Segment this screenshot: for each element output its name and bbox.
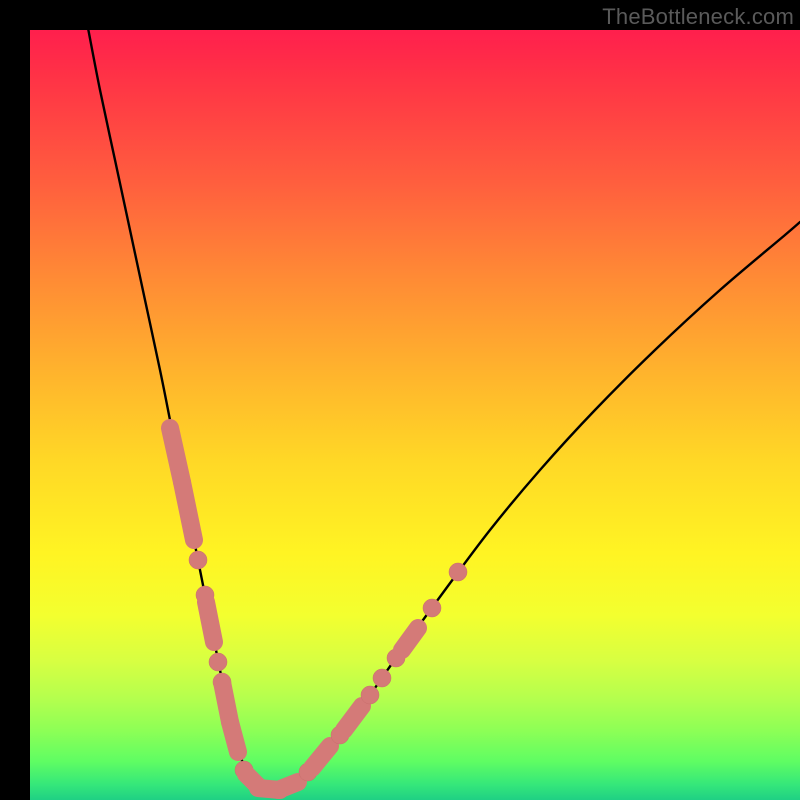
curve-marker-pill bbox=[182, 482, 194, 540]
plot-area bbox=[30, 30, 800, 800]
curve-marker-pill bbox=[402, 628, 418, 650]
curve-marker-dot bbox=[423, 599, 441, 617]
curve-marker-dot bbox=[449, 563, 467, 581]
curve-marker-pill bbox=[278, 782, 298, 790]
curve-marker-dot bbox=[373, 669, 391, 687]
watermark-text: TheBottleneck.com bbox=[602, 4, 794, 30]
curve-marker-pill bbox=[206, 602, 214, 642]
outer-frame: TheBottleneck.com bbox=[0, 0, 800, 800]
curve-marker-dot bbox=[361, 686, 379, 704]
bottleneck-curve bbox=[88, 28, 800, 791]
curve-marker-dot bbox=[189, 551, 207, 569]
curve-marker-pill bbox=[230, 722, 238, 752]
curve-marker-pill bbox=[344, 706, 362, 730]
curve-marker-dot bbox=[209, 653, 227, 671]
chart-svg bbox=[30, 30, 800, 800]
marker-layer bbox=[170, 428, 467, 790]
curve-marker-pill bbox=[312, 746, 330, 768]
